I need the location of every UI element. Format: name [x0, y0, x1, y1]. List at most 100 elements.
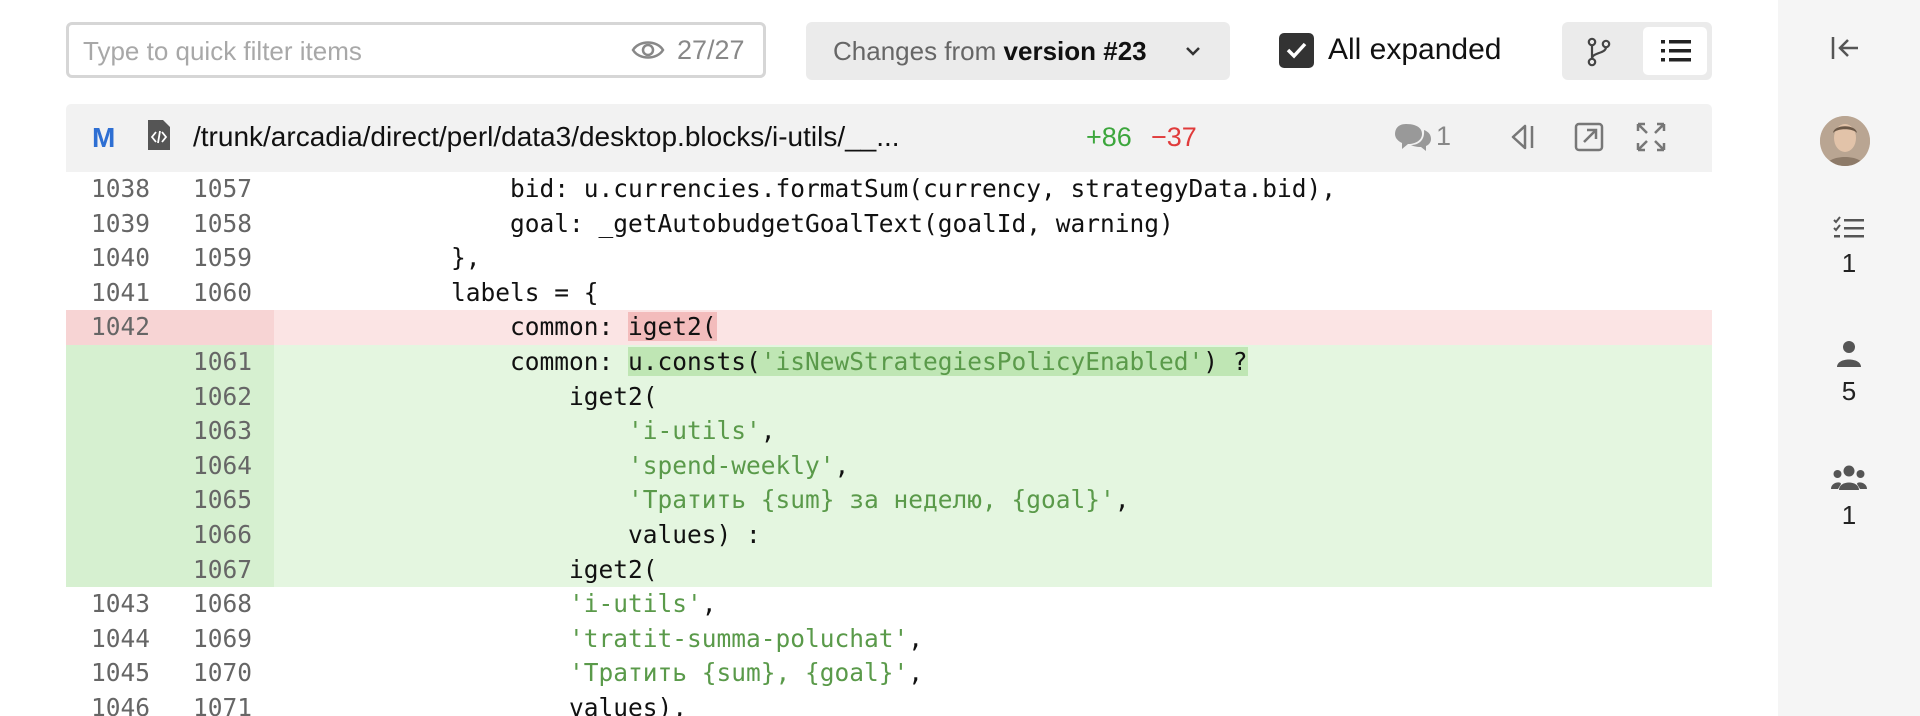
file-status-badge: M	[92, 122, 116, 153]
tasks-count: 1	[1841, 248, 1857, 278]
diff-line-added[interactable]: 1062 iget2(	[66, 379, 1712, 415]
filter-count: 27/27	[677, 35, 745, 65]
comments-icon[interactable]	[1394, 120, 1432, 154]
new-line-number[interactable]: 1069	[156, 622, 252, 657]
fullscreen-icon[interactable]	[1634, 120, 1668, 154]
new-line-number[interactable]: 1063	[156, 414, 252, 449]
new-line-number[interactable]: 1064	[156, 449, 252, 484]
code-text: labels = {	[274, 276, 599, 311]
diff-line-added[interactable]: 1066 values) :	[66, 517, 1712, 553]
old-line-number[interactable]: 1040	[66, 241, 150, 276]
code-segment: ,	[760, 416, 776, 446]
new-line-number[interactable]: 1059	[156, 241, 252, 276]
old-line-number[interactable]: 1041	[66, 276, 150, 311]
code-segment: 'tratit-summa-poluchat'	[569, 623, 909, 653]
lines-removed: −37	[1151, 122, 1197, 152]
new-line-number[interactable]: 1062	[156, 380, 252, 415]
version-select[interactable]: Changes from version #23	[806, 22, 1230, 80]
avatar[interactable]	[1820, 116, 1870, 166]
new-line-number[interactable]: 1067	[156, 553, 252, 588]
quick-filter-field[interactable]: 27/27	[66, 22, 766, 78]
code-segment: ,	[908, 623, 924, 653]
code-text: 'tratit-summa-poluchat',	[274, 622, 923, 657]
code-text: common: iget2(	[274, 310, 717, 345]
new-line-number[interactable]: 1057	[156, 172, 252, 207]
collapse-sidebar-icon[interactable]	[1830, 34, 1862, 62]
code-segment: 'Тратить {sum}, {goal}'	[569, 658, 909, 688]
new-line-number[interactable]: 1060	[156, 276, 252, 311]
code-segment: ) ?	[1203, 346, 1248, 376]
code-text: values),	[274, 691, 687, 716]
code-segment: 'isNewStrategiesPolicyEnabled'	[760, 346, 1204, 376]
old-line-number[interactable]: 1043	[66, 587, 150, 622]
code-segment: values),	[274, 692, 688, 716]
code-segment: ,	[701, 589, 717, 619]
code-segment: common:	[274, 346, 629, 376]
file-path[interactable]: /trunk/arcadia/direct/perl/data3/desktop…	[193, 121, 900, 153]
old-line-number[interactable]: 1038	[66, 172, 150, 207]
code-segment: bid: u.currencies.formatSum(currency, st…	[274, 174, 1337, 203]
old-line-number[interactable]: 1044	[66, 622, 150, 657]
diff-line-added[interactable]: 1067 iget2(	[66, 552, 1712, 588]
code-segment: 'spend-weekly'	[628, 450, 835, 480]
code-text: 'i-utils',	[274, 587, 717, 622]
code-text: common: u.consts('isNewStrategiesPolicyE…	[274, 345, 1248, 380]
quick-filter-input[interactable]	[81, 25, 565, 77]
all-expanded-checkbox[interactable]	[1279, 33, 1314, 68]
branch-icon	[1587, 37, 1611, 67]
all-expanded-label[interactable]: All expanded	[1328, 33, 1501, 67]
code-segment: common:	[274, 312, 629, 342]
code-file-icon	[148, 120, 170, 150]
diff-line-added[interactable]: 1064 'spend-weekly',	[66, 448, 1712, 484]
old-line-number[interactable]: 1039	[66, 207, 150, 242]
code-segment: goal: _getAutobudgetGoalText(goalId, war…	[274, 208, 1174, 238]
old-line-number[interactable]: 1045	[66, 656, 150, 691]
old-line-number[interactable]: 1046	[66, 691, 150, 716]
diff-line[interactable]: 1044 1069 'tratit-summa-poluchat',	[66, 622, 1712, 657]
new-line-number[interactable]: 1068	[156, 587, 252, 622]
diff-line[interactable]: 1040 1059 },	[66, 241, 1712, 276]
diff-line[interactable]: 1039 1058 goal: _getAutobudgetGoalText(go…	[66, 207, 1712, 242]
new-line-number[interactable]: 1070	[156, 656, 252, 691]
new-line-number[interactable]: 1071	[156, 691, 252, 716]
diff-line[interactable]: 1043 1068 'i-utils',	[66, 587, 1712, 622]
new-line-number[interactable]: 1061	[156, 345, 252, 380]
code-text: iget2(	[274, 553, 658, 588]
diff-line[interactable]: 1046 1071 values),	[66, 691, 1712, 716]
right-sidebar: 1 5 1	[1778, 0, 1920, 716]
tasks-counter[interactable]: 1	[1778, 216, 1920, 279]
reviewers-counter[interactable]: 5	[1778, 340, 1920, 407]
diff-line[interactable]: 1041 1060 labels = {	[66, 276, 1712, 311]
user-icon	[1837, 341, 1861, 367]
code-text: 'Тратить {sum}, {goal}',	[274, 656, 923, 691]
diff-line-added[interactable]: 1063 'i-utils',	[66, 414, 1712, 449]
diff-line-removed[interactable]: 1042 common: iget2(	[66, 310, 1712, 345]
tree-view-button[interactable]	[1567, 27, 1631, 75]
groups-counter[interactable]: 1	[1778, 464, 1920, 531]
diff-line[interactable]: 1038 1057 bid: u.currencies.formatSum(cur…	[66, 172, 1712, 207]
code-segment: ,	[908, 658, 924, 688]
code-text: },	[274, 241, 481, 276]
checklist-icon	[1833, 216, 1864, 238]
user-photo	[1820, 116, 1870, 166]
previous-change-icon[interactable]	[1510, 120, 1544, 154]
open-external-icon[interactable]	[1572, 120, 1606, 154]
diff-line-added[interactable]: 1061 common: u.consts('isNewStrategiesPo…	[66, 344, 1712, 380]
checkmark-icon	[1286, 42, 1307, 59]
code-segment: ,	[1114, 485, 1130, 515]
version-prefix: Changes from	[833, 36, 1004, 66]
code-segment: 'i-utils'	[628, 416, 761, 446]
list-view-button[interactable]	[1643, 27, 1707, 75]
new-line-number[interactable]: 1066	[156, 518, 252, 553]
chevron-down-icon	[1186, 47, 1200, 56]
diff-line-added[interactable]: 1065 'Тратить {sum} за неделю, {goal}',	[66, 483, 1712, 518]
new-line-number[interactable]: 1065	[156, 483, 252, 518]
reviewers-count: 5	[1841, 376, 1857, 406]
new-line-number[interactable]: 1058	[156, 207, 252, 242]
old-line-number[interactable]: 1042	[66, 310, 150, 345]
diff-line[interactable]: 1045 1070 'Тратить {sum}, {goal}',	[66, 656, 1712, 691]
